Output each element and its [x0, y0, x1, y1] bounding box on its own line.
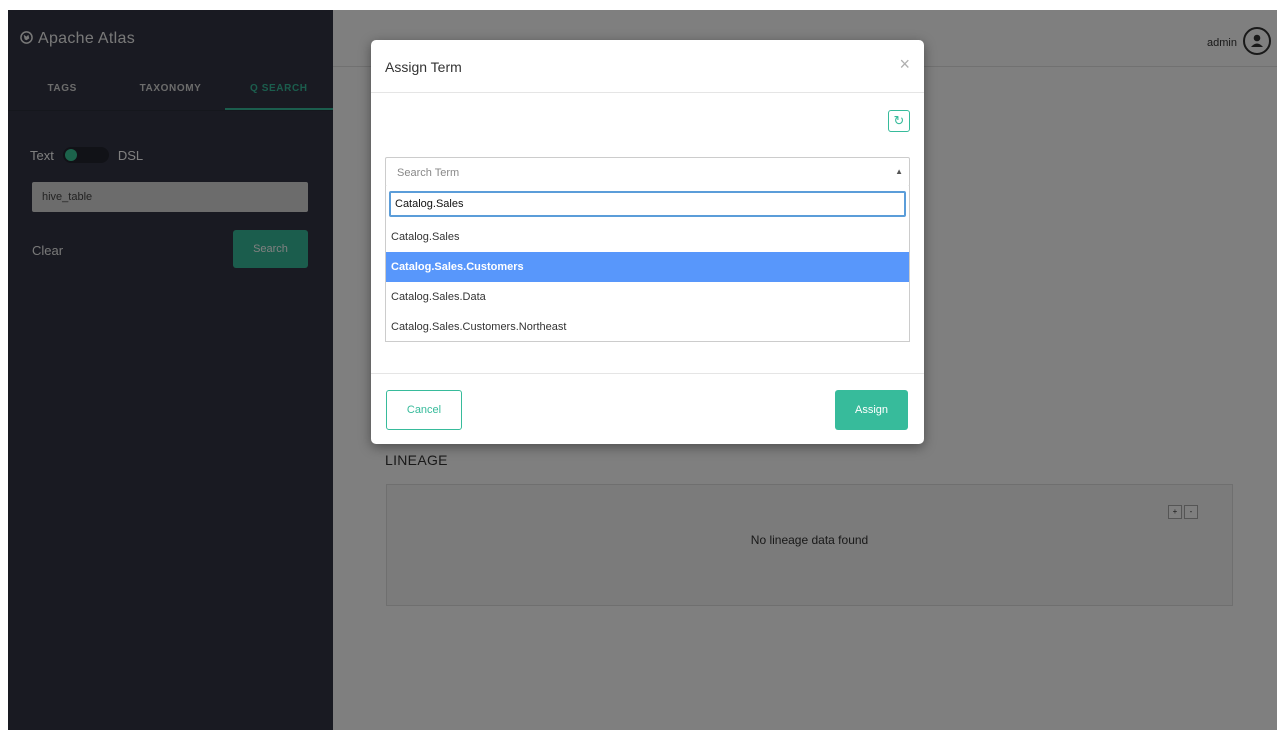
modal-title: Assign Term — [385, 59, 462, 75]
term-dropdown: Catalog.Sales Catalog.Sales.Customers Ca… — [385, 186, 910, 342]
close-icon[interactable]: × — [899, 54, 910, 75]
term-options: Catalog.Sales Catalog.Sales.Customers Ca… — [386, 222, 909, 342]
term-option[interactable]: Catalog.Sales.Data — [386, 282, 909, 312]
app-frame: Apache Atlas TAGS TAXONOMY Q SEARCH Text… — [8, 10, 1277, 730]
term-option[interactable]: Catalog.Sales.Customers.Northeast — [386, 312, 909, 342]
term-search-input[interactable] — [389, 191, 906, 217]
select-placeholder: Search Term — [397, 167, 460, 179]
assign-term-modal: Assign Term × ↻ Search Term ▲ Catalog.Sa… — [371, 40, 924, 444]
refresh-icon[interactable]: ↻ — [888, 110, 910, 132]
modal-header: Assign Term × — [371, 40, 924, 93]
term-select[interactable]: Search Term ▲ — [385, 157, 910, 187]
chevron-up-icon: ▲ — [895, 167, 903, 176]
term-option[interactable]: Catalog.Sales.Customers — [386, 252, 909, 282]
term-option[interactable]: Catalog.Sales — [386, 222, 909, 252]
assign-button[interactable]: Assign — [835, 390, 908, 430]
cancel-button[interactable]: Cancel — [386, 390, 462, 430]
modal-footer: Cancel Assign — [371, 373, 924, 444]
